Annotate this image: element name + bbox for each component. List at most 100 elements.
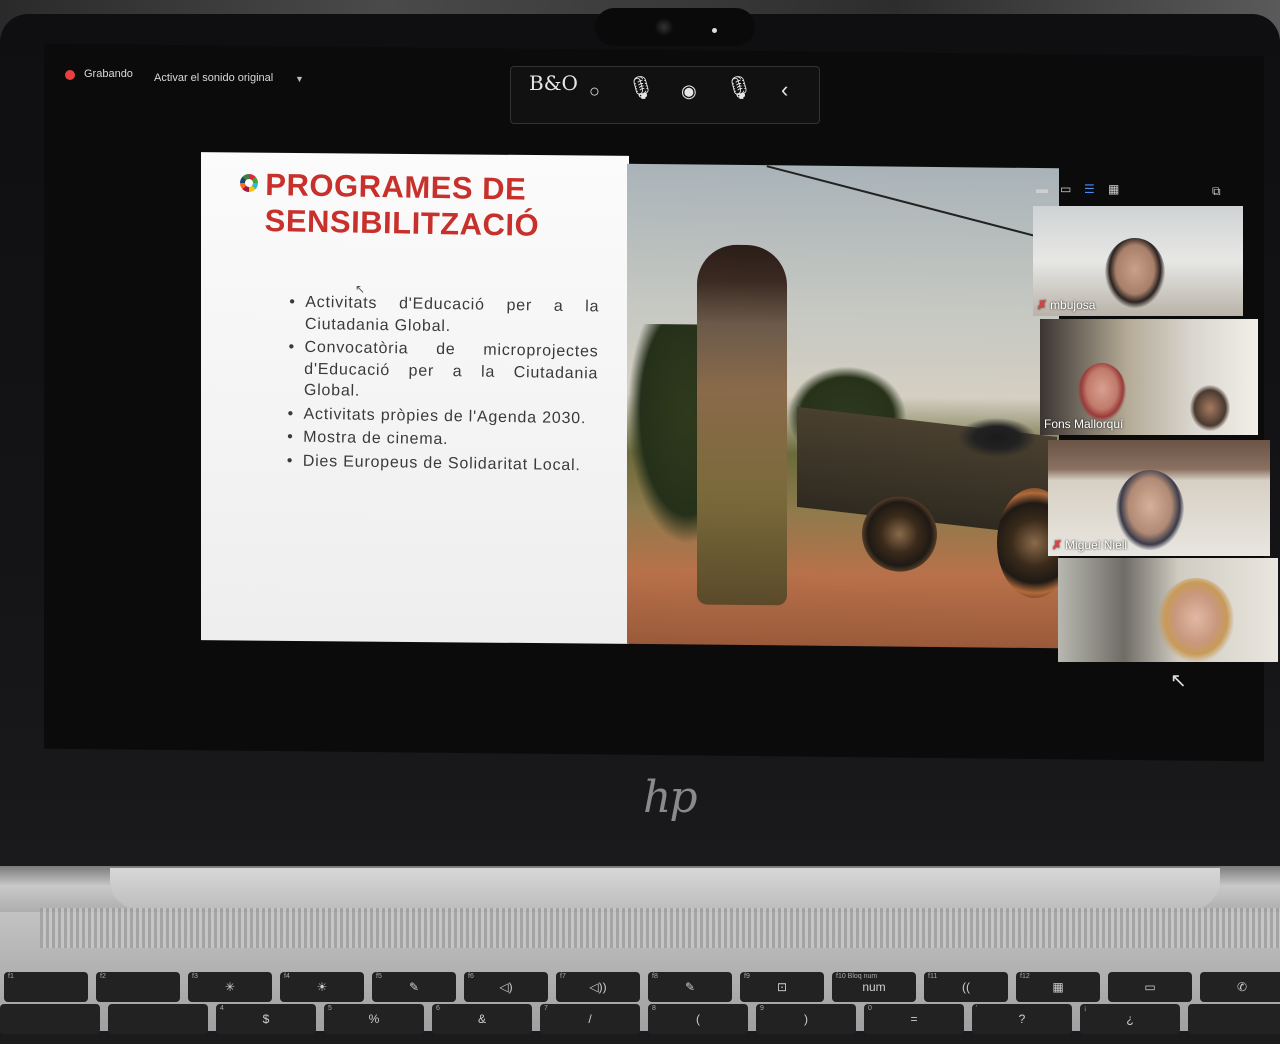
- key-sublabel: 4: [220, 1005, 224, 1012]
- photo-wheel: [862, 496, 937, 572]
- keyboard-key[interactable]: f12 ▦: [1016, 972, 1100, 1002]
- participant-face: [1158, 578, 1234, 662]
- key-sublabel: ': [976, 1005, 978, 1012]
- keyboard-key[interactable]: f11 ((: [924, 972, 1008, 1002]
- key-label: ?: [1018, 1012, 1026, 1026]
- participant-tile[interactable]: ✗ Miguel Niell: [1048, 440, 1270, 556]
- key-sublabel: f7: [560, 973, 566, 980]
- key-label: ◁)): [589, 980, 607, 994]
- keyboard-key[interactable]: f3 ✳: [188, 972, 272, 1002]
- original-sound-toggle[interactable]: Activar el sonido original: [154, 72, 273, 84]
- key-label: ¿: [1126, 1012, 1134, 1026]
- keyboard-key[interactable]: f6 ◁): [464, 972, 548, 1002]
- chevron-down-icon[interactable]: ▼: [295, 74, 304, 84]
- key-label: ✆: [1236, 980, 1248, 994]
- keyboard-key[interactable]: 0 =: [864, 1004, 964, 1034]
- hp-logo: hp: [643, 772, 697, 823]
- keyboard-key[interactable]: f8 ✎: [648, 972, 732, 1002]
- key-sublabel: ¡: [1084, 1005, 1087, 1012]
- number-key-row: 4 $5% 6 & 7/8(9) 0 = '? ¡ ¿: [0, 1004, 1280, 1044]
- webcam-led: [712, 28, 717, 33]
- key-sublabel: 9: [760, 1005, 764, 1012]
- key-label: ✎: [684, 980, 696, 994]
- keyboard-key[interactable]: '?: [972, 1004, 1072, 1034]
- floating-toolbar: B&O ○ 🎙 ◉ 🎙 ‹: [510, 66, 820, 124]
- keyboard-key[interactable]: [1188, 1004, 1280, 1034]
- key-label: =: [910, 1012, 918, 1026]
- keyboard-key[interactable]: f9 ⊡: [740, 972, 824, 1002]
- participant-tile[interactable]: Fons Mallorquí: [1040, 319, 1258, 435]
- keyboard-key[interactable]: 8(: [648, 1004, 748, 1034]
- keyboard-key[interactable]: f7 ◁)): [556, 972, 640, 1002]
- slide-title-line1: PROGRAMES DE: [265, 167, 527, 207]
- pop-out-icon[interactable]: ⧉: [1212, 184, 1221, 199]
- key-sublabel: f1: [8, 973, 14, 980]
- chevron-left-icon[interactable]: ‹: [781, 77, 788, 103]
- key-label: /: [588, 1012, 592, 1026]
- keyboard-key[interactable]: f4 ☀: [280, 972, 364, 1002]
- participant-tile[interactable]: ✗ mbujosa: [1033, 206, 1243, 316]
- key-label: ◁): [499, 980, 513, 994]
- recording-label: Grabando: [84, 68, 133, 80]
- laptop-hinge-bar: [110, 868, 1220, 910]
- photo-wire: [766, 165, 1059, 243]
- keyboard-key[interactable]: [108, 1004, 208, 1034]
- key-label: ▦: [1052, 980, 1064, 994]
- keyboard-key[interactable]: f2: [96, 972, 180, 1002]
- sdg-wheel-icon: [240, 174, 258, 192]
- minimize-icon[interactable]: ▬: [1036, 182, 1048, 196]
- key-label: &: [477, 1012, 486, 1026]
- keyboard-key[interactable]: 9): [756, 1004, 856, 1034]
- video-panel-controls: ▬ ▭ ☰ ▦ ⧉: [1032, 182, 1262, 202]
- key-label: ⊡: [776, 980, 788, 994]
- circle-icon[interactable]: ○: [589, 81, 600, 102]
- grid-view-icon[interactable]: ▦: [1108, 182, 1119, 196]
- participant-face: [1105, 238, 1165, 308]
- key-sublabel: f10 Bloq num: [836, 973, 878, 980]
- key-sublabel: 5: [328, 1005, 332, 1012]
- keyboard-key[interactable]: 7/: [540, 1004, 640, 1034]
- list-item: Dies Europeus de Solidaritat Local.: [287, 450, 597, 476]
- slide-title: PROGRAMES DE SENSIBILITZACIÓ: [264, 167, 605, 245]
- list-item: Activitats pròpies de l'Agenda 2030.: [287, 403, 597, 429]
- keyboard-key[interactable]: 6 &: [432, 1004, 532, 1034]
- key-sublabel: f12: [1020, 973, 1030, 980]
- webcam-housing: [595, 8, 755, 46]
- microphone-icon[interactable]: 🎙: [627, 75, 655, 101]
- key-sublabel: 8: [652, 1005, 656, 1012]
- keyboard-key[interactable]: f1: [4, 972, 88, 1002]
- key-sublabel: f3: [192, 973, 198, 980]
- microphone-active-icon[interactable]: 🎙: [725, 75, 753, 101]
- key-sublabel: 7: [544, 1005, 548, 1012]
- participant-name: Fons Mallorquí: [1044, 417, 1124, 431]
- strip-view-icon[interactable]: ☰: [1084, 182, 1095, 196]
- keyboard-key[interactable]: f10 Bloq num num: [832, 972, 916, 1002]
- participant-tile[interactable]: [1058, 558, 1278, 662]
- key-sublabel: 0: [868, 1005, 872, 1012]
- key-sublabel: f2: [100, 973, 106, 980]
- key-sublabel: f8: [652, 973, 658, 980]
- webcam-icon: [655, 18, 673, 36]
- key-label: ): [804, 1012, 808, 1026]
- key-label: $: [262, 1012, 270, 1026]
- keyboard-key[interactable]: ✆: [1200, 972, 1280, 1002]
- key-label: ☀: [316, 980, 328, 994]
- list-item: Mostra de cinema.: [287, 427, 597, 453]
- keyboard-key[interactable]: 5%: [324, 1004, 424, 1034]
- slide-title-line2: SENSIBILITZACIÓ: [264, 203, 540, 243]
- photo-children: [957, 417, 1037, 459]
- mic-muted-icon: ✗: [1052, 538, 1063, 552]
- keyboard-key[interactable]: f5 ✎: [372, 972, 456, 1002]
- keyboard-key[interactable]: 4 $: [216, 1004, 316, 1034]
- keyboard-key[interactable]: ▭: [1108, 972, 1192, 1002]
- single-view-icon[interactable]: ▭: [1060, 182, 1071, 196]
- keyboard-key[interactable]: [0, 1004, 100, 1034]
- key-label: (: [696, 1012, 700, 1026]
- key-label: ▭: [1144, 980, 1156, 994]
- keyboard-key[interactable]: ¡ ¿: [1080, 1004, 1180, 1034]
- record-icon[interactable]: ◉: [681, 81, 697, 102]
- key-sublabel: f5: [376, 973, 382, 980]
- key-sublabel: f11: [928, 973, 938, 980]
- key-sublabel: f9: [744, 973, 750, 980]
- key-label: %: [368, 1012, 380, 1026]
